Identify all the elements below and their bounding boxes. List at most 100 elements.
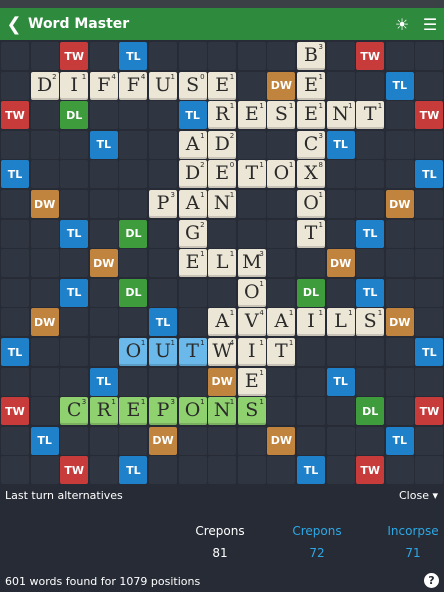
board-cell[interactable]: [178, 308, 207, 337]
board-cell[interactable]: [60, 426, 89, 455]
board-cell[interactable]: [60, 249, 89, 278]
board-cell[interactable]: [1, 426, 29, 455]
board-cell[interactable]: [60, 190, 89, 218]
board-cell[interactable]: [89, 101, 118, 130]
board-cell[interactable]: [415, 308, 444, 337]
board-cell[interactable]: [415, 219, 444, 248]
letter-tile[interactable]: M3: [237, 249, 266, 278]
premium-square[interactable]: TL: [385, 426, 414, 455]
premium-square[interactable]: TW: [1, 397, 29, 426]
premium-square[interactable]: TL: [356, 278, 385, 307]
board-cell[interactable]: [297, 338, 325, 366]
letter-tile[interactable]: A1: [178, 130, 207, 159]
board-cell[interactable]: [356, 426, 385, 455]
board-cell[interactable]: [267, 278, 296, 307]
premium-square[interactable]: TL: [326, 367, 355, 396]
board-cell[interactable]: [326, 160, 355, 189]
board-cell[interactable]: [385, 160, 414, 189]
premium-square[interactable]: TL: [119, 42, 148, 70]
board-cell[interactable]: [149, 101, 177, 130]
premium-square[interactable]: DW: [385, 308, 414, 337]
board-cell[interactable]: [149, 42, 177, 70]
board-cell[interactable]: [1, 278, 29, 307]
letter-tile[interactable]: A1: [208, 308, 237, 337]
letter-tile[interactable]: E1: [297, 101, 325, 130]
board-cell[interactable]: [385, 130, 414, 159]
board-cell[interactable]: [415, 456, 444, 485]
brightness-icon[interactable]: ☀: [388, 8, 416, 40]
letter-tile[interactable]: R1: [89, 397, 118, 426]
premium-square[interactable]: DL: [60, 101, 89, 130]
board-cell[interactable]: [89, 190, 118, 218]
premium-square[interactable]: DW: [267, 71, 296, 100]
board-cell[interactable]: [326, 426, 355, 455]
premium-square[interactable]: TW: [60, 456, 89, 485]
premium-square[interactable]: TW: [60, 42, 89, 70]
premium-square[interactable]: TW: [415, 101, 444, 130]
board-cell[interactable]: [1, 190, 29, 218]
board-cell[interactable]: [208, 42, 237, 70]
letter-tile[interactable]: S0: [178, 71, 207, 100]
letter-tile[interactable]: D2: [30, 71, 59, 100]
board-cell[interactable]: [415, 190, 444, 218]
letter-tile[interactable]: I1: [297, 308, 325, 337]
board-cell[interactable]: [297, 426, 325, 455]
board-cell[interactable]: [60, 130, 89, 159]
board-cell[interactable]: [178, 426, 207, 455]
premium-square[interactable]: DL: [119, 219, 148, 248]
letter-tile[interactable]: E1: [297, 71, 325, 100]
board-cell[interactable]: [119, 308, 148, 337]
board-cell[interactable]: [89, 160, 118, 189]
board-cell[interactable]: [326, 190, 355, 218]
board-cell[interactable]: [149, 219, 177, 248]
letter-tile[interactable]: F4: [119, 71, 148, 100]
letter-tile[interactable]: A1: [267, 308, 296, 337]
letter-tile[interactable]: C3: [60, 397, 89, 426]
alternative-column[interactable]: Crepons 81: [185, 524, 255, 562]
letter-tile[interactable]: O1: [297, 190, 325, 218]
letter-tile[interactable]: O1: [267, 160, 296, 189]
board-cell[interactable]: [415, 249, 444, 278]
board-cell[interactable]: [356, 160, 385, 189]
letter-tile[interactable]: S1: [267, 101, 296, 130]
premium-square[interactable]: TW: [1, 101, 29, 130]
board-cell[interactable]: [149, 367, 177, 396]
premium-square[interactable]: TW: [356, 42, 385, 70]
alternative-column[interactable]: Crepons 72: [282, 524, 352, 562]
letter-tile[interactable]: B3: [297, 42, 325, 70]
premium-square[interactable]: TL: [326, 130, 355, 159]
letter-tile[interactable]: S1: [356, 308, 385, 337]
board-cell[interactable]: [30, 42, 59, 70]
board-cell[interactable]: [267, 190, 296, 218]
letter-tile[interactable]: V4: [237, 308, 266, 337]
board-cell[interactable]: [1, 456, 29, 485]
board-cell[interactable]: [30, 456, 59, 485]
board-cell[interactable]: [415, 130, 444, 159]
board-cell[interactable]: [208, 456, 237, 485]
letter-tile[interactable]: G2: [178, 219, 207, 248]
board-cell[interactable]: [1, 130, 29, 159]
board-cell[interactable]: [30, 338, 59, 366]
letter-tile[interactable]: U1: [149, 338, 177, 366]
letter-tile[interactable]: O1: [237, 278, 266, 307]
board-cell[interactable]: [385, 456, 414, 485]
board-cell[interactable]: [385, 397, 414, 426]
premium-square[interactable]: TW: [415, 397, 444, 426]
menu-icon[interactable]: ☰: [416, 8, 444, 40]
close-button[interactable]: Close ▾: [399, 489, 438, 502]
board-cell[interactable]: [356, 190, 385, 218]
board-cell[interactable]: [60, 338, 89, 366]
premium-square[interactable]: DW: [326, 249, 355, 278]
premium-square[interactable]: TL: [178, 101, 207, 130]
board-cell[interactable]: [178, 42, 207, 70]
board-cell[interactable]: [89, 278, 118, 307]
board-cell[interactable]: [119, 101, 148, 130]
board-cell[interactable]: [415, 71, 444, 100]
board-cell[interactable]: [30, 130, 59, 159]
board-cell[interactable]: [326, 338, 355, 366]
board-cell[interactable]: [385, 42, 414, 70]
board-cell[interactable]: [119, 249, 148, 278]
letter-tile[interactable]: R1: [208, 101, 237, 130]
premium-square[interactable]: DW: [149, 426, 177, 455]
board-cell[interactable]: [356, 71, 385, 100]
